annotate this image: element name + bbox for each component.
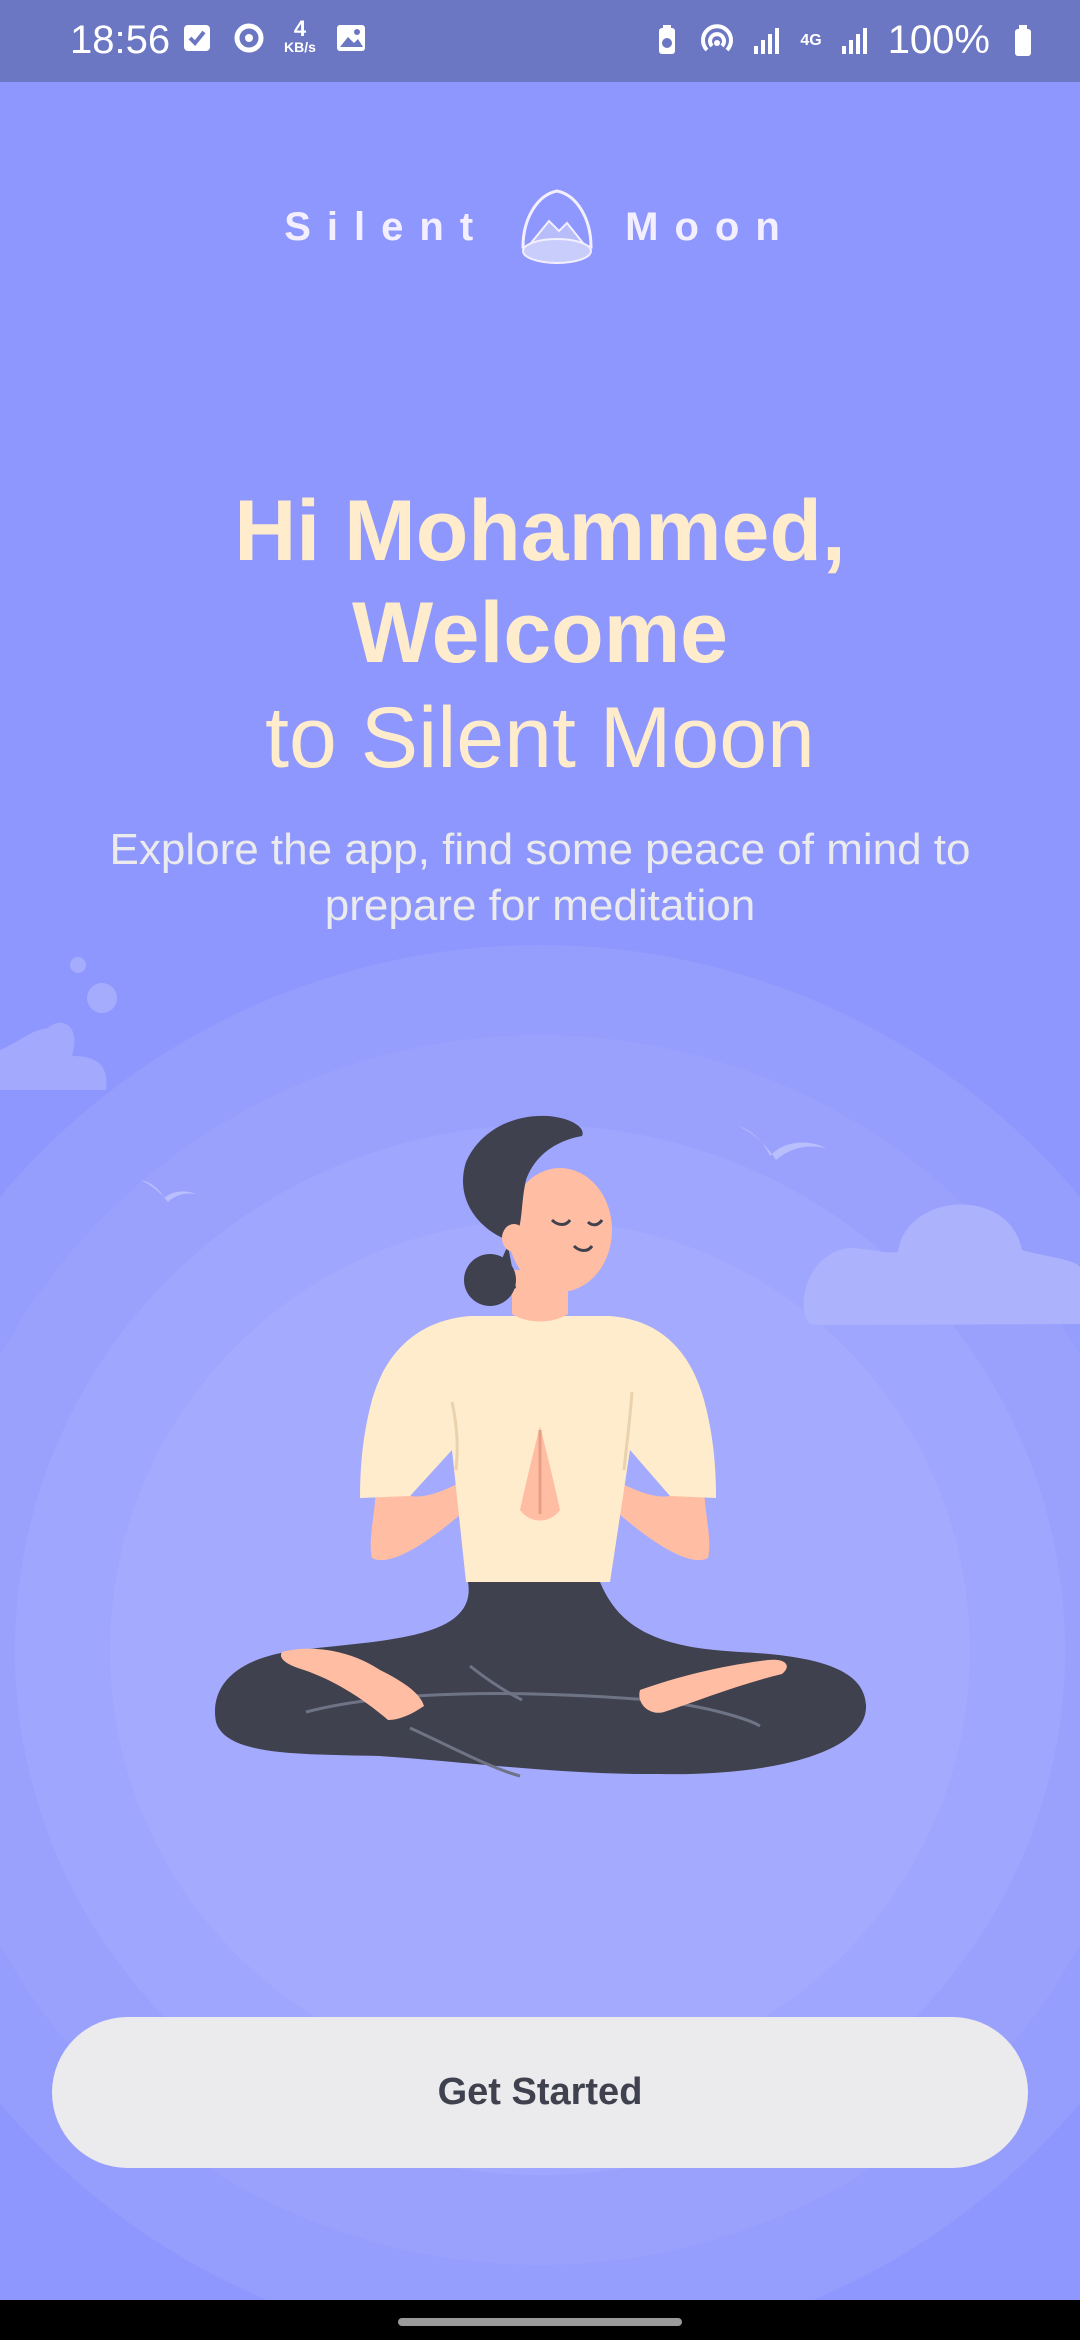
battery-percent: 100% [887,18,990,62]
navigation-bar [0,2300,1080,2340]
signal-icon [841,27,867,54]
status-time: 18:56 [70,18,171,62]
bubble [70,957,86,973]
cloud-left [0,1022,107,1090]
figure-ear [502,1224,526,1252]
image-icon [336,25,365,51]
app-logo: Silent Moon [0,185,1080,269]
welcome-heading: Hi Mohammed, Welcome to Silent Moon [0,480,1080,792]
welcome-line-2: Welcome [352,585,728,681]
status-icons-left: 4 KB/s [180,16,368,56]
battery-saver-icon [659,24,676,54]
sync-icon [234,23,264,53]
net-speed-value: 4 [293,16,307,41]
net-speed-unit: KB/s [284,39,316,55]
moon-mountain-icon [521,189,593,264]
welcome-subtitle: Explore the app, find some peace of mind… [109,825,971,930]
get-started-button[interactable]: Get Started [52,2017,1028,2168]
network-type: 4G [800,31,822,49]
logo-word-left: Silent [284,204,490,249]
battery-icon [1015,24,1031,56]
net-speed: 4 KB/s [284,16,316,56]
hotspot-icon [701,23,734,51]
welcome-line-3: to Silent Moon [265,690,815,786]
signal-icon [754,27,780,54]
status-icons-right: 4G 100% [650,18,1040,63]
checkbox-icon [184,25,210,51]
home-gesture-handle[interactable] [398,2318,682,2326]
bubble [87,983,117,1013]
status-bar: 18:56 4 KB/s 4G 100% [0,0,1080,82]
welcome-line-1: Hi Mohammed, [234,483,846,579]
logo-word-right: Moon [625,204,796,249]
